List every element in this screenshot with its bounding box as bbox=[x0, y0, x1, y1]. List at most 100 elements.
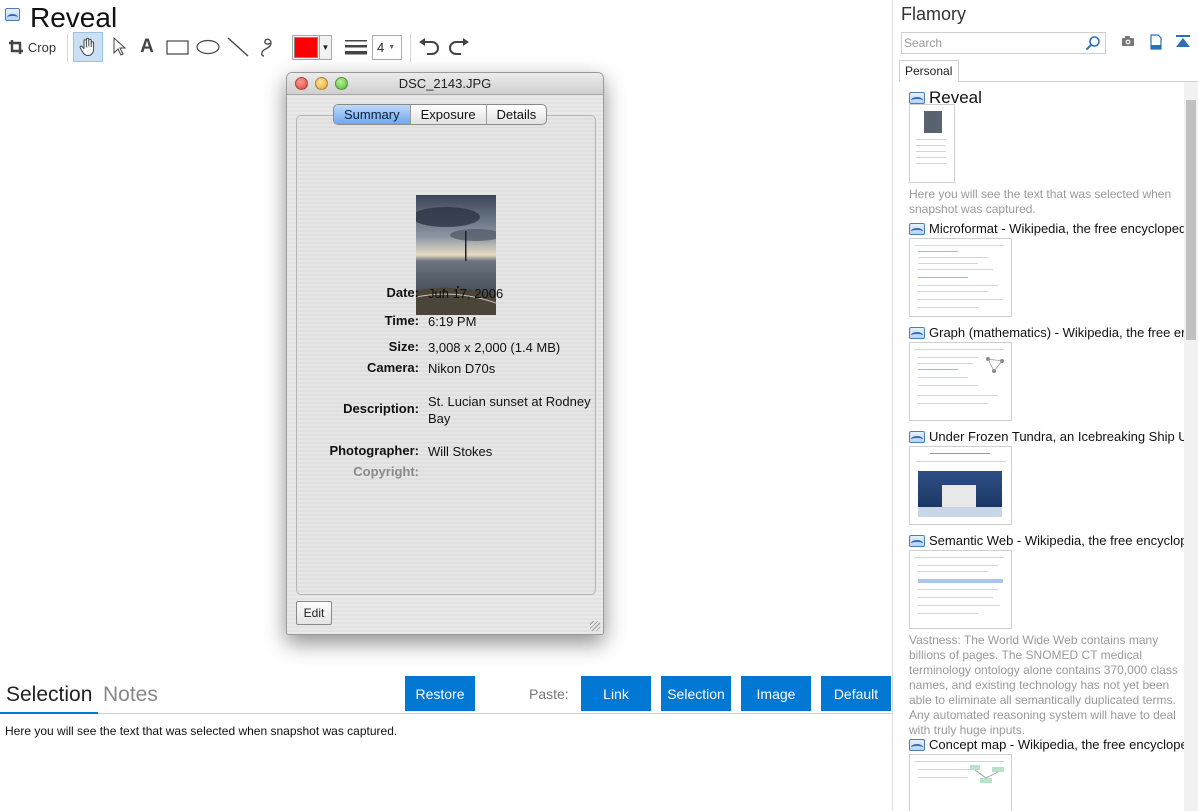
minimize-icon bbox=[315, 77, 328, 90]
list-item-header: Semantic Web - Wikipedia, the free encyc… bbox=[909, 533, 1184, 548]
meta-value: Nikon D70s bbox=[428, 361, 496, 376]
crop-icon bbox=[8, 40, 23, 54]
search-icon[interactable] bbox=[1085, 35, 1101, 51]
tab-personal[interactable]: Personal bbox=[899, 60, 960, 82]
snapshot-list: Reveal Here you will see the text that w… bbox=[894, 82, 1184, 811]
sidebar-tab-bar: Personal bbox=[899, 60, 1198, 82]
meta-label: Size: bbox=[388, 339, 419, 354]
meta-label: Camera: bbox=[366, 360, 419, 375]
list-item[interactable]: Reveal Here you will see the text that w… bbox=[909, 88, 1184, 217]
hand-tool-button[interactable] bbox=[73, 32, 103, 62]
main-panel: Reveal Crop A ▼ 4 ▼ DSC_2143.JPG Summary… bbox=[0, 0, 893, 811]
freehand-tool-button[interactable] bbox=[255, 32, 281, 62]
rectangle-tool-button[interactable] bbox=[164, 32, 192, 62]
chevron-down-icon: ▼ bbox=[319, 36, 331, 59]
list-item-title: Concept map - Wikipedia, the free encycl… bbox=[929, 737, 1184, 752]
meta-label: Date: bbox=[386, 285, 419, 300]
meta-label: Description: bbox=[343, 401, 419, 416]
reveal-app-icon bbox=[5, 8, 20, 21]
close-icon bbox=[295, 77, 308, 90]
tab-exposure: Exposure bbox=[409, 105, 486, 124]
line-width-icon bbox=[345, 40, 367, 55]
redo-button[interactable] bbox=[446, 32, 472, 62]
reveal-app-icon bbox=[909, 222, 925, 235]
sidebar-title: Flamory bbox=[901, 4, 967, 24]
paste-selection-button[interactable]: Selection bbox=[661, 676, 731, 711]
app-window: Reveal Crop A ▼ 4 ▼ DSC_2143.JPG Summary… bbox=[0, 0, 1198, 811]
line-width-select[interactable]: 4 ▼ bbox=[372, 35, 402, 60]
meta-label: Time: bbox=[384, 313, 419, 328]
reveal-app-icon bbox=[909, 430, 925, 443]
scrollbar-thumb[interactable] bbox=[1186, 100, 1196, 340]
list-item-header: Graph (mathematics) - Wikipedia, the fre… bbox=[909, 325, 1184, 340]
rectangle-icon bbox=[166, 40, 189, 55]
list-item-description: Vastness: The World Wide Web contains ma… bbox=[909, 633, 1178, 737]
edit-button: Edit bbox=[296, 601, 332, 625]
chevron-down-icon: ▼ bbox=[388, 44, 396, 51]
toolbar-divider bbox=[410, 34, 411, 62]
list-item[interactable]: Semantic Web - Wikipedia, the free encyc… bbox=[909, 533, 1184, 738]
flamory-sidebar: Flamory Search Personal Reveal Here you … bbox=[894, 0, 1198, 811]
document-icon[interactable] bbox=[1149, 34, 1163, 50]
reveal-app-icon bbox=[909, 534, 925, 547]
page-title: Reveal bbox=[30, 2, 118, 33]
meta-value: 6:19 PM bbox=[428, 314, 477, 329]
snapshot-thumbnail bbox=[909, 446, 1012, 525]
thumbnail-photo bbox=[924, 111, 942, 133]
paste-image-button[interactable]: Image bbox=[741, 676, 811, 711]
undo-icon bbox=[419, 38, 439, 55]
list-item[interactable]: Microformat - Wikipedia, the free encycl… bbox=[909, 221, 1184, 317]
color-picker[interactable]: ▼ bbox=[292, 35, 332, 60]
list-item-title: Semantic Web - Wikipedia, the free encyc… bbox=[929, 533, 1184, 548]
list-item-header: Under Frozen Tundra, an Icebreaking Ship… bbox=[909, 429, 1184, 444]
select-tool-button[interactable] bbox=[108, 32, 130, 62]
tab-notes[interactable]: Notes bbox=[103, 683, 158, 707]
snapshot-thumbnail bbox=[909, 104, 955, 183]
undo-button[interactable] bbox=[416, 32, 442, 62]
text-tool-button[interactable]: A bbox=[136, 32, 158, 62]
list-item[interactable]: Under Frozen Tundra, an Icebreaking Ship… bbox=[909, 429, 1184, 525]
list-item-description: Here you will see the text that was sele… bbox=[909, 187, 1172, 216]
list-item[interactable]: Graph (mathematics) - Wikipedia, the fre… bbox=[909, 325, 1184, 421]
tab-selection[interactable]: Selection bbox=[0, 680, 99, 714]
meta-value: Will Stokes bbox=[428, 444, 493, 459]
sidebar-scrollbar[interactable] bbox=[1184, 82, 1198, 811]
ship-photo bbox=[918, 471, 1002, 517]
photo-window-titlebar: DSC_2143.JPG bbox=[287, 73, 603, 95]
collapse-up-icon[interactable] bbox=[1175, 34, 1191, 50]
color-swatch bbox=[294, 37, 318, 58]
camera-icon[interactable] bbox=[1121, 34, 1135, 48]
ellipse-tool-button[interactable] bbox=[194, 32, 222, 62]
pointer-arrow-icon bbox=[113, 37, 126, 56]
hand-icon bbox=[79, 37, 95, 57]
snapshot-thumbnail bbox=[909, 754, 1012, 811]
line-icon bbox=[227, 37, 249, 57]
list-item[interactable]: Concept map - Wikipedia, the free encycl… bbox=[909, 737, 1184, 811]
list-item-header: Microformat - Wikipedia, the free encycl… bbox=[909, 221, 1184, 236]
line-tool-button[interactable] bbox=[225, 32, 251, 62]
paste-label: Paste: bbox=[529, 686, 569, 702]
snapshot-thumbnail bbox=[909, 550, 1012, 629]
restore-button[interactable]: Restore bbox=[405, 676, 475, 711]
redo-icon bbox=[449, 38, 469, 55]
list-item-title: Under Frozen Tundra, an Icebreaking Ship… bbox=[929, 429, 1184, 444]
ellipse-icon bbox=[196, 39, 220, 55]
freehand-icon bbox=[261, 38, 272, 57]
reveal-app-icon bbox=[909, 738, 925, 751]
search-placeholder: Search bbox=[904, 36, 943, 50]
resize-grip-icon bbox=[590, 621, 600, 631]
concept-map-diagram-icon bbox=[970, 765, 1004, 783]
photo-window-title: DSC_2143.JPG bbox=[398, 76, 492, 91]
crop-button[interactable]: Crop bbox=[6, 32, 58, 62]
list-item-title: Graph (mathematics) - Wikipedia, the fre… bbox=[929, 325, 1184, 340]
search-input[interactable]: Search bbox=[901, 32, 1106, 54]
selection-text[interactable]: Here you will see the text that was sele… bbox=[5, 724, 397, 738]
tab-details: Details bbox=[485, 105, 547, 124]
meta-label: Photographer: bbox=[329, 443, 419, 458]
paste-default-button[interactable]: Default bbox=[821, 676, 891, 711]
tab-summary: Summary bbox=[334, 105, 410, 124]
annotation-toolbar: Crop A ▼ 4 ▼ bbox=[0, 32, 893, 62]
line-width-icon-button[interactable] bbox=[343, 32, 369, 62]
photo-tab-bar: Summary Exposure Details bbox=[333, 104, 548, 125]
paste-link-button[interactable]: Link bbox=[581, 676, 651, 711]
